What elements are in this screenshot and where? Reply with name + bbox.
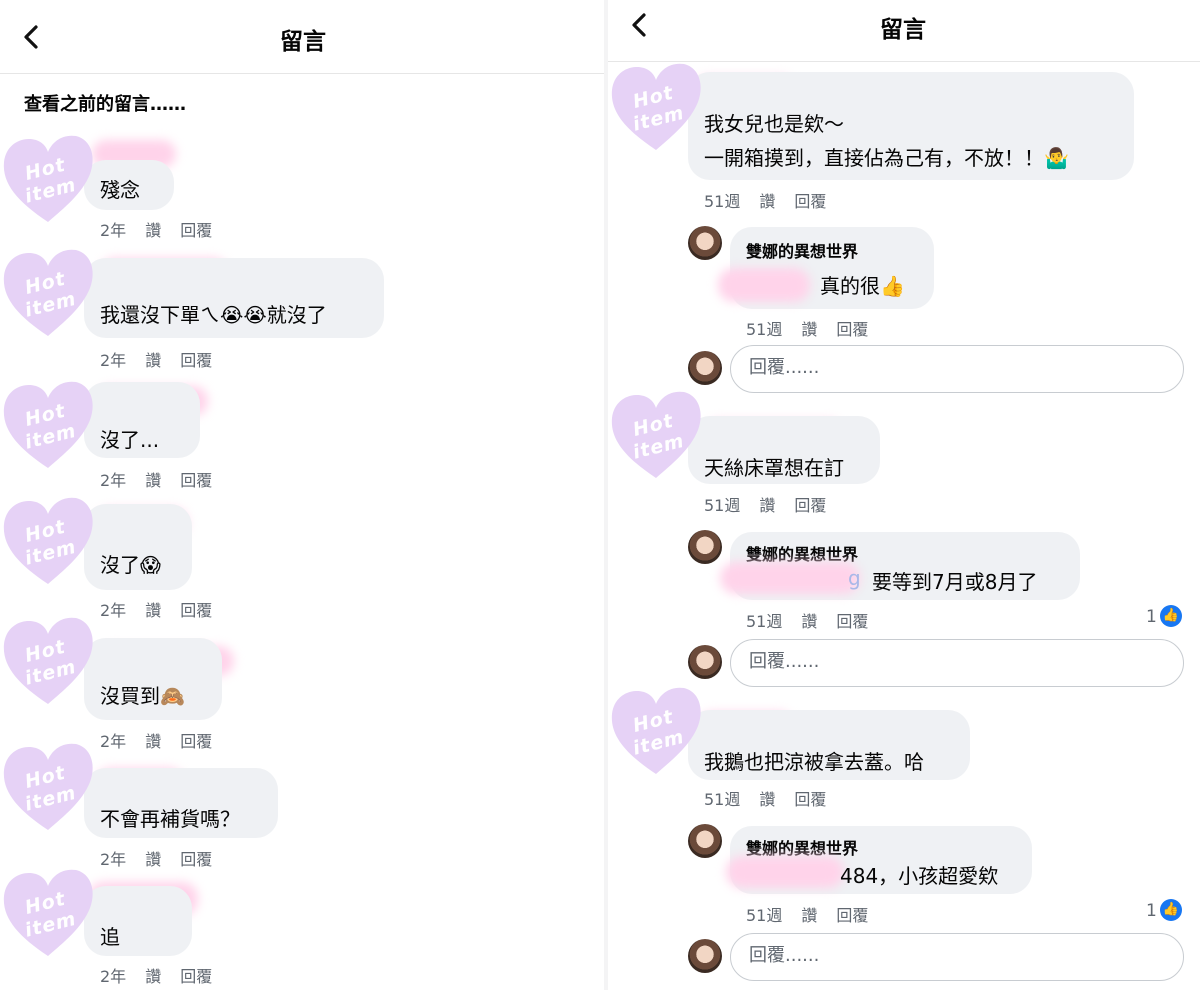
comment-meta: 51週讚回覆	[704, 496, 827, 515]
reply-text: 真的很👍	[820, 274, 905, 298]
like-count: 1	[1146, 607, 1157, 627]
hot-item-watermark: Hot item	[608, 684, 704, 776]
like-link[interactable]: 讚	[801, 320, 817, 339]
reply-link[interactable]: 回覆	[836, 612, 868, 631]
reply-link[interactable]: 回覆	[180, 967, 212, 986]
reply-meta: 51週讚回覆	[746, 906, 869, 925]
reply-link[interactable]: 回覆	[180, 601, 212, 620]
reply-text: 要等到7月或8月了	[872, 570, 1038, 594]
reply-box[interactable]	[730, 933, 1184, 981]
hot-item-watermark: Hot item	[608, 388, 704, 480]
redacted-tag	[718, 268, 810, 302]
reply-link[interactable]: 回覆	[836, 906, 868, 925]
redacted-tag	[726, 856, 844, 888]
hot-item-watermark: Hot item	[608, 60, 704, 152]
top-bar: 留言	[608, 0, 1200, 62]
hot-item-watermark: Hot item	[0, 132, 96, 224]
comment-text-line1: 我女兒也是欸～	[704, 112, 844, 136]
reply-input[interactable]	[747, 356, 1158, 379]
comment-text: 沒買到🙈	[100, 684, 185, 708]
thumbs-up-icon: 👍	[1160, 899, 1182, 921]
reply-link[interactable]: 回覆	[180, 351, 212, 370]
redacted-tag	[720, 562, 860, 594]
like-link[interactable]: 讚	[801, 612, 817, 631]
hot-item-watermark: Hot item	[0, 866, 96, 958]
comment-meta: 2年讚回覆	[100, 221, 213, 240]
like-link[interactable]: 讚	[145, 601, 161, 620]
reply-link[interactable]: 回覆	[180, 221, 212, 240]
top-bar: 留言	[0, 0, 604, 74]
reply-link[interactable]: 回覆	[180, 732, 212, 751]
reply-tag-tail: g	[848, 566, 861, 590]
user-avatar	[688, 939, 722, 973]
comment-meta: 51週讚回覆	[704, 790, 827, 809]
like-link[interactable]: 讚	[145, 351, 161, 370]
like-link[interactable]: 讚	[759, 496, 775, 515]
page-title: 留言	[280, 29, 326, 55]
like-link[interactable]: 讚	[759, 192, 775, 211]
reply-box[interactable]	[730, 345, 1184, 393]
comment-meta: 2年讚回覆	[100, 351, 213, 370]
page-avatar	[688, 530, 722, 564]
like-link[interactable]: 讚	[145, 732, 161, 751]
hot-item-watermark: Hot item	[0, 494, 96, 586]
comment-meta: 51週讚回覆	[704, 192, 827, 211]
right-screenshot: 留言 我女兒也是欸～ 一開箱摸到，直接佔為己有，不放！！🤷‍♂️ 51週讚回覆 …	[608, 0, 1200, 990]
left-screenshot: 留言 查看之前的留言…… 殘念 2年讚回覆 我還沒下單ㄟ😭😭就沒了 2年讚回覆 …	[0, 0, 604, 990]
user-avatar	[688, 351, 722, 385]
page-avatar	[688, 824, 722, 858]
page-title: 留言	[880, 17, 926, 43]
comment-meta: 2年讚回覆	[100, 850, 213, 869]
back-chevron-icon[interactable]	[630, 12, 648, 38]
user-avatar	[688, 645, 722, 679]
reply-link[interactable]: 回覆	[794, 192, 826, 211]
comment-meta: 2年讚回覆	[100, 471, 213, 490]
reply-meta: 51週讚回覆	[746, 320, 869, 339]
back-chevron-icon[interactable]	[22, 24, 40, 50]
reply-input[interactable]	[747, 650, 1158, 673]
like-link[interactable]: 讚	[145, 221, 161, 240]
like-link[interactable]: 讚	[801, 906, 817, 925]
reply-link[interactable]: 回覆	[794, 790, 826, 809]
reply-link[interactable]: 回覆	[180, 850, 212, 869]
comment-text: 天絲床罩想在訂	[704, 456, 844, 480]
reply-text: 484，小孩超愛欸	[840, 864, 999, 888]
reply-input[interactable]	[747, 944, 1158, 967]
view-older-comments-link[interactable]: 查看之前的留言……	[24, 90, 186, 116]
reply-link[interactable]: 回覆	[794, 496, 826, 515]
comment-text: 不會再補貨嗎？	[100, 807, 240, 831]
hot-item-watermark: Hot item	[0, 246, 96, 338]
reply-meta: 51週讚回覆	[746, 612, 869, 631]
comment-meta: 2年讚回覆	[100, 601, 213, 620]
reply-author: 雙娜的異想世界	[746, 242, 859, 261]
hot-item-watermark: Hot item	[0, 614, 96, 706]
reply-link[interactable]: 回覆	[836, 320, 868, 339]
like-link[interactable]: 讚	[145, 471, 161, 490]
comment-text-line2: 一開箱摸到，直接佔為己有，不放！！🤷‍♂️	[704, 146, 1069, 170]
reply-link[interactable]: 回覆	[180, 471, 212, 490]
comment-text: 殘念	[100, 178, 140, 202]
thumbs-up-icon: 👍	[1160, 605, 1182, 627]
comment-text: 沒了😱	[100, 553, 161, 577]
like-link[interactable]: 讚	[145, 967, 161, 986]
comment-text: 我鵝也把涼被拿去蓋。哈	[704, 750, 924, 774]
like-link[interactable]: 讚	[759, 790, 775, 809]
like-link[interactable]: 讚	[145, 850, 161, 869]
comment-text: 追	[100, 925, 120, 949]
comment-text: 沒了...	[100, 428, 160, 452]
comment-text: 我還沒下單ㄟ😭😭就沒了	[100, 303, 327, 327]
hot-item-watermark: Hot item	[0, 378, 96, 470]
comment-meta: 2年讚回覆	[100, 967, 213, 986]
hot-item-watermark: Hot item	[0, 740, 96, 832]
page-avatar	[688, 226, 722, 260]
comment-meta: 2年讚回覆	[100, 732, 213, 751]
reply-box[interactable]	[730, 639, 1184, 687]
like-count: 1	[1146, 901, 1157, 921]
